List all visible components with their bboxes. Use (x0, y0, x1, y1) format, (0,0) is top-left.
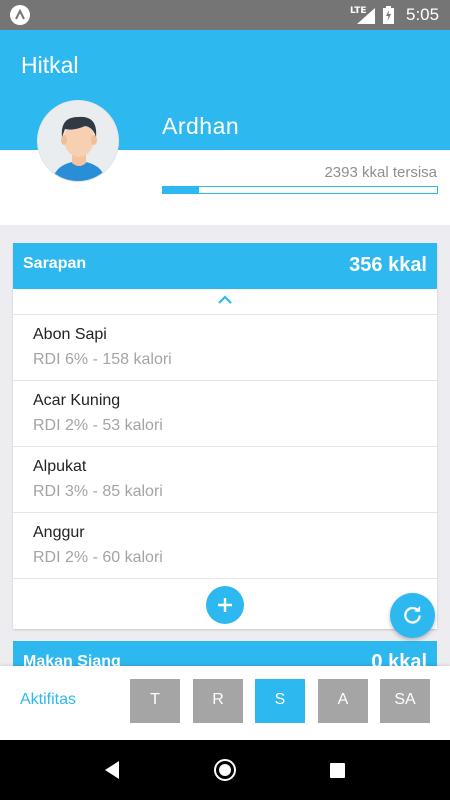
day-tab-r[interactable]: R (193, 679, 243, 723)
meal-kcal: 356 kkal (349, 254, 427, 276)
collapse-button[interactable] (13, 289, 437, 315)
day-tab-s[interactable]: S (255, 679, 305, 723)
list-item[interactable]: Anggur RDI 2% - 60 kalori (13, 513, 437, 579)
list-item[interactable]: Acar Kuning RDI 2% - 53 kalori (13, 381, 437, 447)
chevron-up-icon (218, 295, 232, 304)
kcal-remaining: 2393 kkal tersisa (324, 164, 437, 181)
plus-icon (218, 598, 232, 612)
avatar (37, 100, 119, 182)
app-launcher-icon (10, 5, 30, 25)
bottom-bar: Aktifitas T R S A SA (0, 666, 450, 740)
signal-icon (357, 8, 375, 24)
food-rdi: RDI 2% - 53 kalori (33, 417, 163, 434)
recents-icon[interactable] (330, 763, 345, 778)
day-tab-a[interactable]: A (318, 679, 368, 723)
user-avatar-icon (52, 116, 106, 181)
list-item[interactable]: Abon Sapi RDI 6% - 158 kalori (13, 315, 437, 381)
back-icon[interactable] (103, 760, 121, 780)
activity-link[interactable]: Aktifitas (20, 691, 76, 709)
refresh-button[interactable] (390, 593, 435, 638)
food-name: Alpukat (33, 458, 87, 475)
home-icon[interactable] (214, 759, 236, 781)
food-rdi: RDI 2% - 60 kalori (33, 549, 163, 566)
meal-name: Sarapan (23, 255, 87, 272)
meal-header[interactable]: Sarapan 356 kkal (13, 243, 437, 289)
list-item[interactable]: Alpukat RDI 3% - 85 kalori (13, 447, 437, 513)
day-tab-t[interactable]: T (130, 679, 180, 723)
status-bar: LTE 5:05 (0, 0, 450, 30)
food-rdi: RDI 6% - 158 kalori (33, 351, 172, 368)
calorie-progress-fill (163, 187, 199, 193)
navigation-bar (0, 740, 450, 800)
food-rdi: RDI 3% - 85 kalori (33, 483, 163, 500)
food-name: Acar Kuning (33, 392, 121, 409)
app-title: Hitkal (21, 52, 79, 78)
user-name: Ardhan (162, 113, 240, 139)
food-name: Abon Sapi (33, 326, 107, 343)
day-tab-sa[interactable]: SA (380, 679, 430, 723)
calorie-progress-bar (162, 186, 438, 194)
clock: 5:05 (406, 5, 440, 24)
refresh-icon (404, 605, 421, 624)
battery-charging-icon (383, 6, 394, 24)
food-list: Abon Sapi RDI 6% - 158 kalori Acar Kunin… (13, 315, 437, 579)
meal-card-sarapan: Sarapan 356 kkal Abon Sapi RDI 6% - 158 … (13, 243, 437, 629)
add-food-button[interactable] (206, 586, 244, 624)
food-name: Anggur (33, 524, 85, 541)
